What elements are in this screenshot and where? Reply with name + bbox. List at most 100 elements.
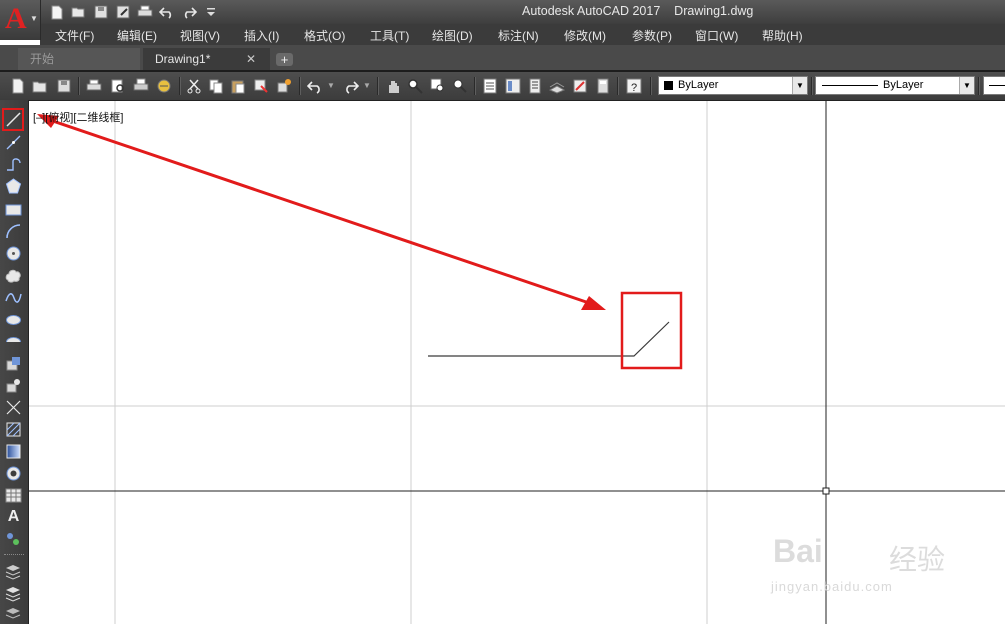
quick-access-toolbar	[48, 3, 224, 21]
layer-properties-icon[interactable]	[5, 563, 22, 580]
layer-previous-icon[interactable]	[5, 606, 22, 623]
menu-window[interactable]: 窗口(W)	[695, 27, 738, 44]
color-control-select[interactable]: ByLayer ▼	[658, 76, 808, 95]
toolbar-separator	[299, 77, 301, 95]
customize-icon[interactable]	[202, 4, 220, 21]
viewport-controls-label[interactable]: [–][俯视][二维线框]	[33, 109, 123, 125]
zoom-window-icon[interactable]	[430, 78, 446, 94]
close-icon[interactable]: ✕	[246, 48, 256, 70]
autocad-logo: A	[5, 2, 27, 35]
layer-states-icon[interactable]	[5, 585, 22, 602]
color-control-value: ByLayer	[678, 79, 719, 91]
window-title: Autodesk AutoCAD 2017 Drawing1.dwg	[522, 4, 754, 18]
plot-icon[interactable]	[86, 78, 102, 94]
zoom-previous-icon[interactable]	[452, 78, 468, 94]
toolbar-separator	[617, 77, 619, 95]
table-icon[interactable]	[5, 487, 22, 504]
zoom-realtime-icon[interactable]	[407, 78, 423, 94]
save-as-icon[interactable]	[114, 4, 132, 21]
match-properties-icon[interactable]	[253, 78, 269, 94]
undo-icon[interactable]	[158, 4, 176, 21]
circle-icon[interactable]	[5, 245, 22, 262]
make-block-icon[interactable]	[5, 377, 22, 394]
angle-highlight-box	[620, 291, 683, 370]
point-icon[interactable]	[5, 399, 22, 416]
menu-edit[interactable]: 编辑(E)	[117, 27, 157, 44]
sheet-set-icon[interactable]	[549, 78, 565, 94]
plot-icon[interactable]	[136, 4, 154, 21]
markup-icon[interactable]	[572, 78, 588, 94]
spline-icon[interactable]	[5, 289, 22, 306]
menu-tools[interactable]: 工具(T)	[370, 27, 409, 44]
ellipse-arc-icon[interactable]	[5, 333, 22, 350]
tab-drawing1-label: Drawing1*	[155, 52, 211, 66]
plot-preview-icon[interactable]	[110, 78, 126, 94]
tab-start-label: 开始	[30, 52, 55, 66]
linetype-control-select[interactable]: ByLayer ▼	[815, 76, 975, 95]
model-space-drawing	[29, 101, 1005, 624]
menu-insert[interactable]: 插入(I)	[244, 27, 279, 44]
calculator-icon[interactable]	[595, 78, 611, 94]
rectangle-icon[interactable]	[5, 201, 22, 218]
menu-dimension[interactable]: 标注(N)	[498, 27, 539, 44]
multiline-text-icon[interactable]: A	[5, 508, 22, 525]
menu-file[interactable]: 文件(F)	[55, 27, 94, 44]
save-icon[interactable]	[92, 4, 110, 21]
chevron-down-icon: ▼	[792, 77, 807, 94]
new-tab-button[interactable]: +	[276, 53, 293, 66]
add-selected-icon[interactable]	[5, 531, 22, 548]
publish-icon[interactable]	[133, 78, 149, 94]
arc-icon[interactable]	[5, 223, 22, 240]
toolbar-separator	[474, 77, 476, 95]
redo-icon[interactable]	[180, 4, 198, 21]
ellipse-icon[interactable]	[5, 311, 22, 328]
gradient-icon[interactable]	[5, 443, 22, 460]
copy-icon[interactable]	[208, 78, 224, 94]
undo-dropdown-icon[interactable]: ▼	[327, 81, 335, 90]
toolbar-separator	[650, 77, 652, 95]
drawn-line-segments[interactable]	[428, 321, 670, 357]
help-icon[interactable]: ?	[626, 78, 642, 94]
tab-drawing1[interactable]: Drawing1* ✕	[143, 48, 270, 70]
region-icon[interactable]	[5, 465, 22, 482]
menu-help[interactable]: 帮助(H)	[762, 27, 803, 44]
open-icon[interactable]	[32, 78, 48, 94]
undo-icon[interactable]	[307, 78, 323, 94]
menu-format[interactable]: 格式(O)	[304, 27, 345, 44]
open-icon[interactable]	[70, 4, 88, 21]
redo-icon[interactable]	[343, 78, 359, 94]
properties-icon[interactable]	[482, 78, 498, 94]
save-icon[interactable]	[56, 78, 72, 94]
drawing-canvas[interactable]: [–][俯视][二维线框] Bai 经验 jingyan.baidu.com	[29, 101, 1005, 624]
new-icon[interactable]	[48, 4, 66, 21]
redo-dropdown-icon[interactable]: ▼	[363, 81, 371, 90]
lineweight-control-select[interactable]	[983, 76, 1005, 95]
construction-line-icon[interactable]	[5, 134, 22, 151]
linetype-control-value: ByLayer	[883, 79, 924, 91]
hatch-icon[interactable]	[5, 421, 22, 438]
design-center-icon[interactable]	[505, 78, 521, 94]
svg-text:?: ?	[631, 82, 637, 94]
menu-draw[interactable]: 绘图(D)	[432, 27, 473, 44]
menu-modify[interactable]: 修改(M)	[564, 27, 606, 44]
application-menu-button[interactable]: A ▼	[0, 0, 41, 40]
pan-icon[interactable]	[385, 78, 401, 94]
cut-icon[interactable]	[186, 78, 202, 94]
menu-view[interactable]: 视图(V)	[180, 27, 220, 44]
new-icon[interactable]	[10, 78, 26, 94]
tool-palettes-icon[interactable]	[527, 78, 543, 94]
chevron-down-icon: ▼	[959, 77, 974, 94]
annotation-arrow-shaft	[40, 115, 596, 307]
polygon-icon[interactable]	[5, 178, 22, 195]
revision-cloud-icon[interactable]	[5, 267, 22, 284]
insert-block-icon[interactable]	[5, 355, 22, 372]
paste-icon[interactable]	[230, 78, 246, 94]
file-tab-bar: 开始 Drawing1* ✕ +	[0, 45, 1005, 72]
menu-parametric[interactable]: 参数(P)	[632, 27, 672, 44]
3d-dwf-icon[interactable]	[156, 78, 172, 94]
toolbar-grip[interactable]	[4, 554, 24, 558]
polyline-icon[interactable]	[5, 156, 22, 173]
baidu-watermark-url: jingyan.baidu.com	[771, 579, 893, 594]
tab-start[interactable]: 开始	[18, 48, 140, 70]
block-editor-icon[interactable]	[276, 78, 292, 94]
